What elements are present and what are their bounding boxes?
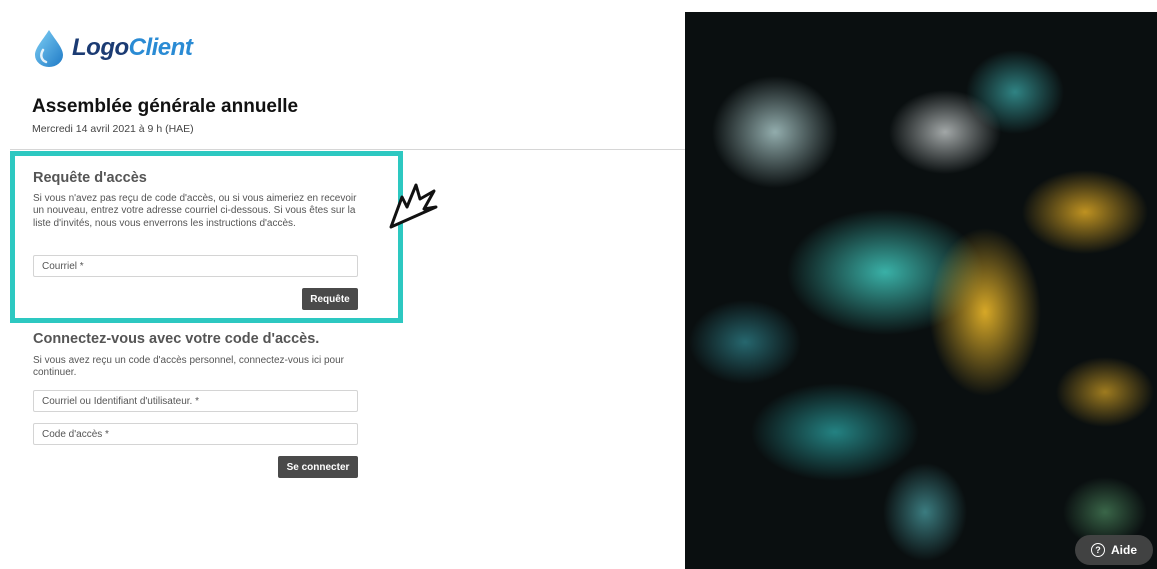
request-email-placeholder: Courriel * (42, 261, 84, 272)
top-strip (0, 0, 1157, 12)
event-date: Mercredi 14 avril 2021 à 9 h (HAE) (32, 123, 194, 135)
hero-image (685, 12, 1157, 569)
pointer-arrow-icon (389, 183, 438, 229)
client-logo: LogoClient (32, 28, 193, 68)
request-access-description: Si vous n'avez pas reçu de code d'accès,… (33, 193, 357, 229)
header-divider (10, 149, 685, 150)
drop-logo-icon (35, 30, 63, 67)
access-code-placeholder: Code d'accès * (42, 429, 109, 440)
logo-wordmark: LogoClient (72, 34, 193, 61)
request-access-title: Requête d'accès (33, 170, 147, 186)
request-button[interactable]: Requête (302, 288, 358, 310)
login-button[interactable]: Se connecter (278, 456, 358, 478)
help-label: Aide (1110, 543, 1137, 557)
access-code-input[interactable]: Code d'accès * (33, 423, 358, 445)
help-circle-icon: ? (1090, 543, 1105, 557)
login-user-placeholder: Courriel ou Identifiant d'utilisateur. * (42, 396, 199, 407)
page-title: Assemblée générale annuelle (32, 96, 299, 117)
request-email-input[interactable]: Courriel * (33, 255, 358, 277)
help-button[interactable]: ? Aide (1075, 535, 1153, 565)
login-description: Si vous avez reçu un code d'accès person… (33, 355, 344, 379)
login-title: Connectez-vous avec votre code d'accès. (33, 331, 320, 347)
login-panel: LogoClient Assemblée générale annuelle M… (10, 12, 685, 569)
login-user-input[interactable]: Courriel ou Identifiant d'utilisateur. * (33, 390, 358, 412)
